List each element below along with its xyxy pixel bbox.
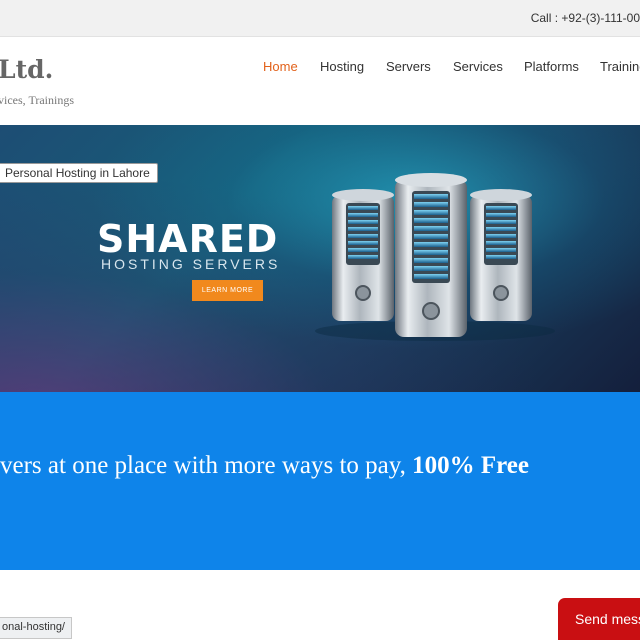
slide-caption-badge: Personal Hosting in Lahore [0,163,158,183]
nav-home[interactable]: Home [263,59,298,74]
top-bar: Call : +92-(3)-111-00 [0,0,640,37]
banner-title: SHARED [97,217,279,261]
status-bar-url: onal-hosting/ [0,617,72,639]
nav-hosting[interactable]: Hosting [320,59,364,74]
main-nav: Home Hosting Servers Services Platforms … [0,59,640,79]
call-number[interactable]: Call : +92-(3)-111-00 [531,11,640,25]
nav-platforms[interactable]: Platforms [524,59,579,74]
send-message-button[interactable]: Send mess [558,598,640,640]
site-header: Ltd. vices, Trainings Home Hosting Serve… [0,37,640,125]
site-tagline: vices, Trainings [0,93,75,107]
promo-section: vers at one place with more ways to pay,… [0,392,640,570]
banner-subtitle: HOSTING SERVERS [101,256,281,272]
promo-text: vers at one place with more ways to pay,… [0,452,529,480]
nav-training[interactable]: Training [600,59,640,74]
promo-text-bold: 100% Free [412,452,529,479]
learn-more-button[interactable]: LEARN MORE [192,280,263,301]
hero-banner: Personal Hosting in Lahore SHARED HOSTIN… [0,125,640,392]
nav-servers[interactable]: Servers [386,59,431,74]
nav-services[interactable]: Services [453,59,503,74]
server-illustration-icon [315,173,555,341]
promo-text-main: vers at one place with more ways to pay, [0,452,413,479]
